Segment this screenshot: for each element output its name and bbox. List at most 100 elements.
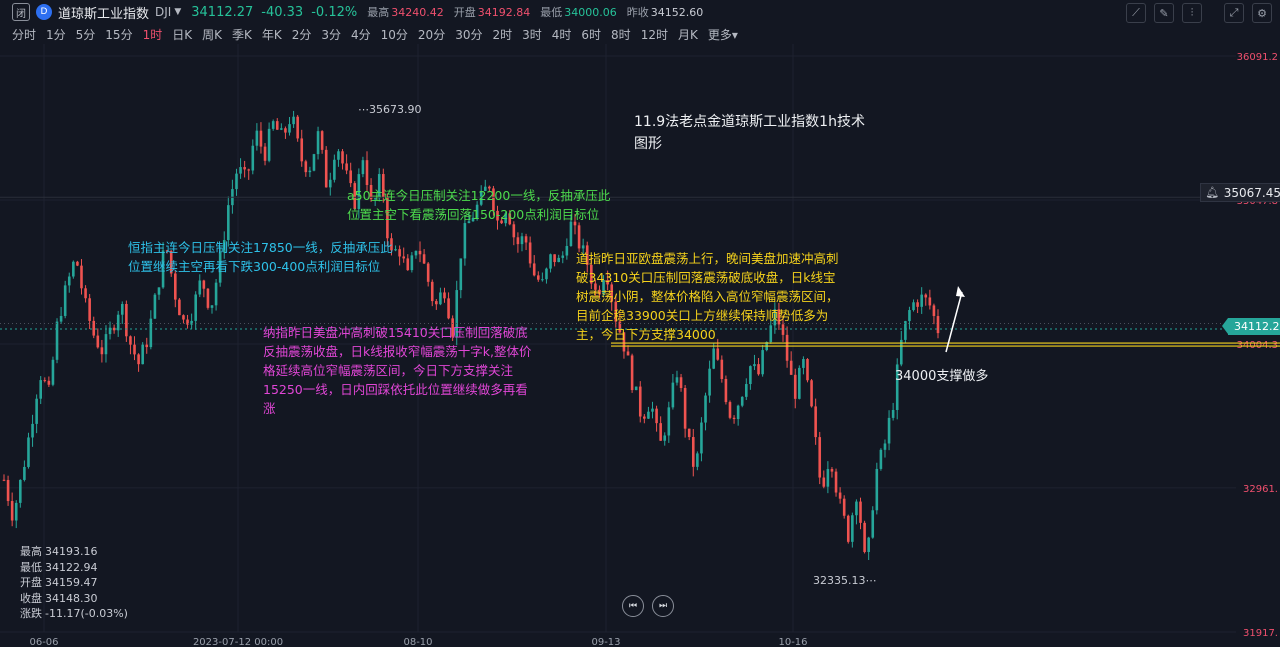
interval-8[interactable]: 年K [262,26,282,43]
a50-note: a50主连今日压制关注12200一线，反抽承压此 位置主空下看震荡回落150-2… [347,188,611,222]
interval-1[interactable]: 1分 [46,26,66,43]
interval-15[interactable]: 2时 [492,26,512,43]
interval-22[interactable]: 更多▾ [708,26,738,43]
interval-0[interactable]: 分时 [12,26,36,43]
interval-3[interactable]: 15分 [105,26,132,43]
alert-price-tag[interactable]: 🔔︎ 35067.45 [1200,183,1280,202]
chevron-down-icon[interactable]: ▼ [174,7,181,17]
interval-5[interactable]: 日K [172,26,192,43]
candle-body [96,335,100,348]
candle-body [679,377,683,389]
candle-body [842,498,846,516]
candle-body [908,310,911,322]
interval-11[interactable]: 4分 [351,26,371,43]
price-change: -40.33 [261,4,304,20]
candle-body [716,348,720,360]
candle-body [210,305,214,308]
candle-body [447,298,450,319]
candle-body [296,116,299,139]
candle-body [178,299,181,316]
candle-body [267,128,271,161]
interval-14[interactable]: 30分 [455,26,482,43]
next-icon[interactable]: ⏭ [652,595,674,617]
bell-icon[interactable]: 🔔︎ [1201,186,1224,199]
interval-10[interactable]: 3分 [321,26,341,43]
candle-body [663,435,667,441]
interval-13[interactable]: 20分 [418,26,445,43]
last-price: 34112.27 [191,4,254,20]
candle-body [406,258,410,271]
interval-17[interactable]: 4时 [552,26,572,43]
interval-19[interactable]: 8时 [611,26,631,43]
candle-body [125,304,128,337]
candle-body [728,402,732,418]
symbol-name[interactable]: 道琼斯工业指数 [58,3,149,22]
interval-2[interactable]: 5分 [76,26,96,43]
interval-16[interactable]: 3时 [522,26,542,43]
candle-body [214,282,218,306]
candle-body [43,380,47,382]
candle-body [23,466,26,480]
candle-body [410,255,414,271]
open-label: 开盘 [453,6,476,19]
candle-body [84,288,87,299]
interval-7[interactable]: 季K [232,26,252,43]
candle-body [14,502,18,521]
pencil-icon[interactable]: ✎ [1154,3,1174,23]
previous-icon[interactable]: ⏮ [622,595,644,617]
candle-body [35,398,38,424]
candle-body [145,344,149,348]
candle-body [724,379,728,403]
candle-body [536,275,540,280]
current-price-tag: 34112.27 [1222,318,1280,335]
prev-close-label: 昨收 [626,6,649,19]
indicator-icon[interactable]: ⫶ [1182,3,1202,23]
candle-body [651,408,654,412]
candle-body [324,149,328,188]
interval-12[interactable]: 10分 [381,26,408,43]
candle-body [704,395,707,423]
candle-body [320,131,324,150]
chart-toolbar: ⟋ ✎ ⫶ ⤢ ⚙ [1126,3,1272,23]
fullscreen-icon[interactable]: ⤢ [1224,3,1244,23]
settings-icon[interactable]: ⚙ [1252,3,1272,23]
candle-body [284,128,287,133]
candle-body [47,380,51,385]
candle-body [871,510,875,538]
x-tick-label: 2023-07-12 00:00 [193,637,283,647]
candle-body [655,408,658,424]
prev-close-value: 34152.60 [650,5,704,19]
interval-4[interactable]: 1时 [143,26,163,43]
draw-line-icon[interactable]: ⟋ [1126,3,1146,23]
candle-body [830,469,834,472]
candle-body [63,285,67,316]
candle-body [190,320,193,325]
interval-18[interactable]: 6时 [581,26,601,43]
candle-body [439,292,442,305]
y-tick-label: 32961. [1243,484,1278,495]
x-tick-label: 09-13 [591,637,620,647]
candle-body [891,409,895,418]
candle-body [459,258,463,291]
candle-body [312,154,316,171]
interval-6[interactable]: 周K [202,26,222,43]
candle-body [259,130,263,147]
ohlc-low: 最低 34122.94 [20,560,98,574]
symbol-ticker[interactable]: DJI [155,5,171,19]
candle-body [2,479,6,481]
interval-20[interactable]: 12时 [641,26,668,43]
candle-body [280,128,283,130]
candle-body [100,347,104,355]
candle-body [708,368,711,396]
candle-body [920,294,923,307]
candle-body [789,360,793,375]
candle-body [696,453,699,467]
x-tick-label: 06-06 [29,637,58,647]
candle-body [345,163,348,171]
candle-body [430,281,434,302]
interval-21[interactable]: 月K [678,26,698,43]
candle-body [80,265,83,289]
interval-9[interactable]: 2分 [292,26,312,43]
candle-body [255,130,259,146]
candle-body [887,417,891,444]
